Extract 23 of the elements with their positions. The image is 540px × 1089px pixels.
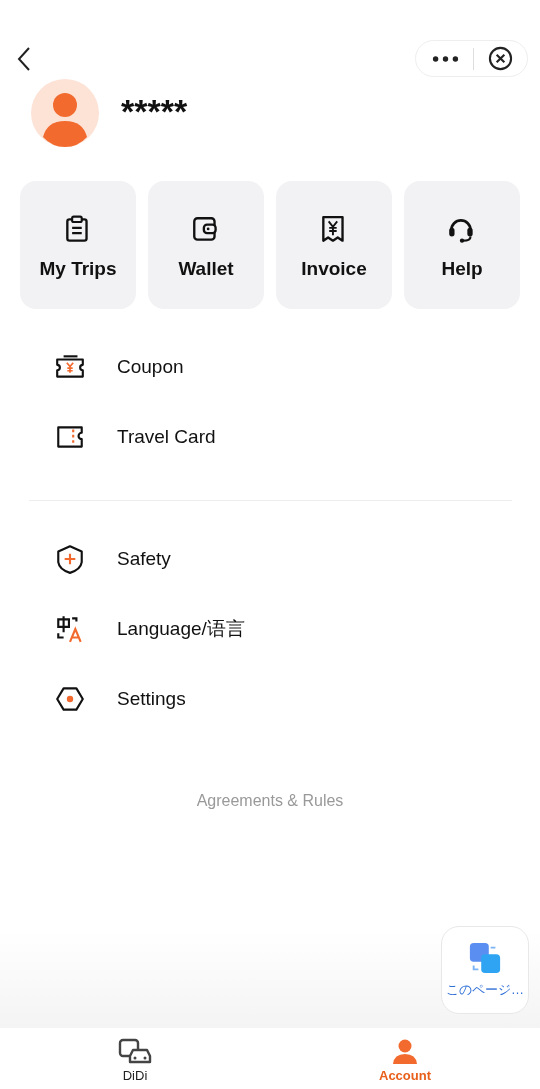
menu-item[interactable]: Settings (0, 664, 540, 734)
menu-item[interactable]: Safety (0, 524, 540, 594)
tile-label: My Trips (39, 258, 117, 280)
tile-label: Wallet (178, 258, 234, 280)
quick-action-tile[interactable]: Help (404, 181, 520, 309)
menu-item[interactable]: Travel Card (0, 402, 540, 472)
quick-action-tile[interactable]: Wallet (148, 181, 264, 309)
close-icon[interactable] (488, 46, 513, 71)
nav-tab[interactable]: DiDi (0, 1028, 270, 1089)
menu-item[interactable]: Language/语言 (0, 594, 540, 664)
cars-icon (118, 1038, 152, 1066)
menu-item[interactable]: Coupon (0, 332, 540, 402)
tile-label: Help (441, 258, 483, 280)
more-icon[interactable] (432, 54, 459, 63)
translate-button[interactable]: このページ… (441, 926, 529, 1014)
translate-icon (468, 941, 502, 975)
quick-action-tile[interactable]: Invoice (276, 181, 392, 309)
tile-label: Invoice (301, 258, 367, 280)
quick-action-tile[interactable]: My Trips (20, 181, 136, 309)
back-icon[interactable] (17, 45, 31, 72)
user-name: ***** (121, 91, 188, 131)
avatar (31, 79, 99, 147)
shield-icon (54, 543, 86, 575)
